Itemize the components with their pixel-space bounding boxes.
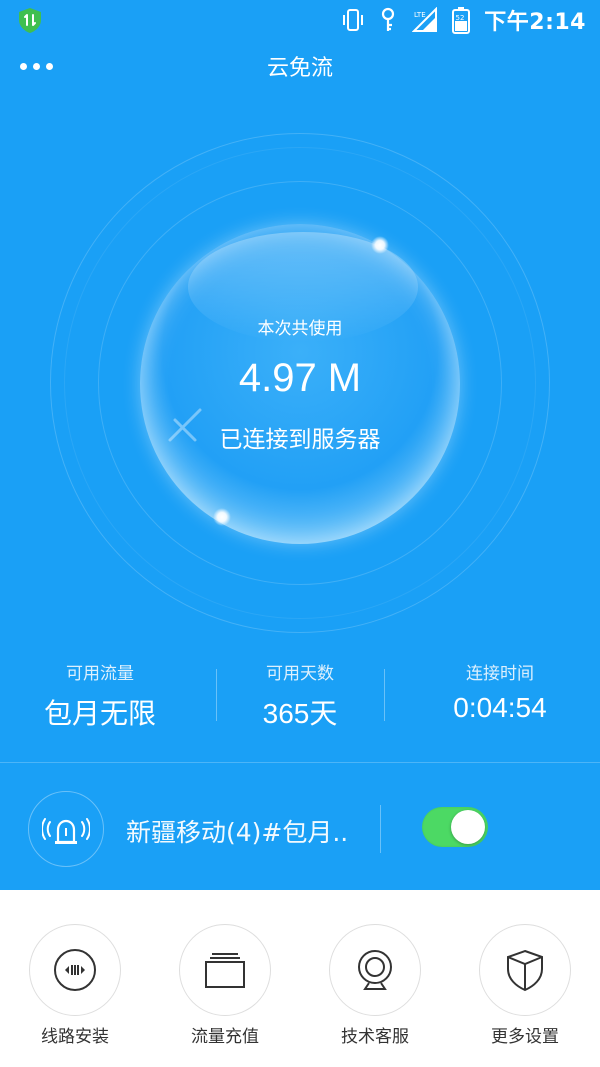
stat-label: 可用天数: [266, 664, 334, 684]
toggle-knob: [451, 810, 485, 844]
line-row: 新疆移动(4)#包月..: [0, 763, 600, 890]
menu-tech-support[interactable]: 技术客服: [300, 924, 450, 1047]
line-name[interactable]: 新疆移动(4)#包月..: [126, 813, 348, 849]
lte-signal-icon: LTE: [412, 7, 438, 32]
connection-status: 已连接到服务器: [219, 427, 381, 453]
sparkle-top: [371, 236, 389, 254]
page-title: 云免流: [266, 56, 333, 81]
stat-available-days: 可用天数 365天: [200, 655, 400, 735]
shield-app-icon: [19, 8, 41, 33]
menu-icon-circle: [479, 924, 571, 1016]
title-bar: 云免流: [0, 44, 600, 90]
stats-row: 可用流量 包月无限 可用天数 365天 连接时间 0:04:54: [0, 655, 600, 735]
vpn-toggle[interactable]: [422, 807, 488, 847]
stat-value: 包月无限: [43, 698, 156, 729]
stat-available-traffic: 可用流量 包月无限: [0, 655, 200, 735]
menu-label: 流量充值: [191, 1027, 259, 1047]
menu-recharge[interactable]: 流量充值: [150, 924, 300, 1047]
menu-label: 线路安装: [41, 1027, 109, 1047]
usage-label: 本次共使用: [257, 319, 343, 339]
key-icon: [382, 7, 395, 31]
battery-level: 52: [456, 14, 465, 22]
stat-value: 0:04:54: [453, 692, 547, 723]
main-panel: LTE 52 下午2:14 云免流 本次共使用 4.97 M 已连接到服务器 可…: [0, 0, 600, 890]
row-divider: [380, 805, 381, 853]
network-label: LTE: [414, 11, 426, 19]
recharge-icon: [205, 953, 245, 988]
stat-connection-time: 连接时间 0:04:54: [400, 655, 600, 735]
menu-label: 更多设置: [491, 1027, 559, 1047]
menu-label: 技术客服: [341, 1027, 409, 1047]
status-icons: LTE 52 下午2:14: [342, 4, 586, 36]
stat-divider: [216, 669, 217, 721]
bottom-menu: 线路安装 流量充值 技术客服 更多设置: [0, 890, 600, 1067]
sparkle-bottom: [213, 508, 231, 526]
stat-label: 可用流量: [66, 664, 134, 684]
usage-value: 4.97 M: [238, 356, 362, 400]
battery-icon: 52: [452, 7, 471, 34]
alarm-button[interactable]: [28, 791, 104, 867]
stat-divider: [384, 669, 385, 721]
menu-icon-circle: [179, 924, 271, 1016]
webcam-support-icon: [358, 950, 392, 990]
alarm-light-icon: [42, 818, 90, 844]
stat-label: 连接时间: [466, 664, 534, 684]
status-time: 下午2:14: [484, 10, 586, 35]
shield-settings-icon: [507, 949, 543, 992]
menu-icon-circle: [29, 924, 121, 1016]
line-install-icon: [54, 949, 96, 991]
menu-line-install[interactable]: 线路安装: [0, 924, 150, 1047]
vibrate-icon: [343, 9, 364, 31]
menu-more-settings[interactable]: 更多设置: [450, 924, 600, 1047]
status-bar: LTE 52 下午2:14: [0, 0, 600, 40]
stat-value: 365天: [262, 698, 338, 729]
menu-icon-circle: [329, 924, 421, 1016]
